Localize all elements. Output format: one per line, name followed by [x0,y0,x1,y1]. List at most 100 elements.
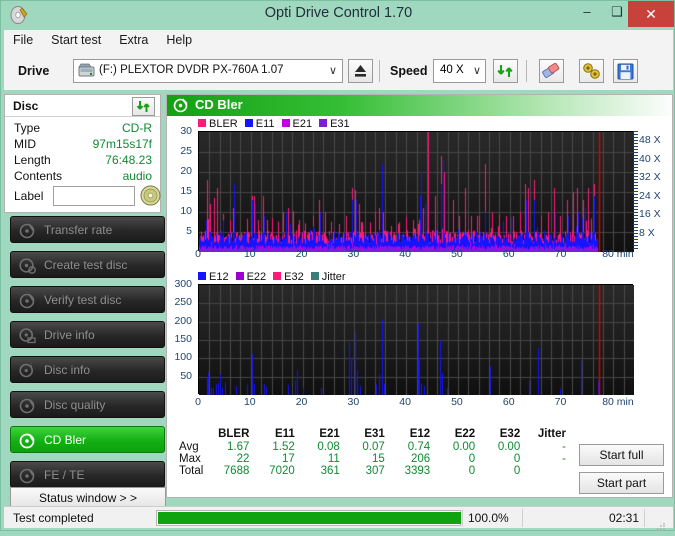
menu-bar: File Start test Extra Help [4,30,673,52]
stats-header-row: BLER E11 E21 E31 E12 E22 E32 Jitter [175,428,570,441]
nav-create-test-disc[interactable]: Create test disc [10,251,165,278]
y-axis-tick: 15 [180,185,192,197]
test-nav: Transfer rate Create test disc Verify te… [4,216,165,523]
bler-x-axis: 0 10 20 30 40 50 60 70 80 min [167,248,672,262]
stats-col-e22: E22 [454,428,476,440]
cd-disc-icon[interactable] [140,185,161,206]
disc-icon [19,467,36,484]
drive-value: (F:) PLEXTOR DVDR PX-760A 1.07 [99,64,284,76]
legend-swatch-icon [198,119,206,127]
nav-drive-info[interactable]: Drive info [10,321,165,348]
nav-cd-bler[interactable]: CD Bler [10,426,165,453]
stats-cell: 0 [468,453,476,465]
x-axis-tick: 70 [554,248,567,260]
stats-cell: 0.00 [497,441,521,453]
nav-transfer-rate[interactable]: Transfer rate [10,216,165,243]
chevron-down-icon[interactable]: ∨ [329,64,337,77]
disc-label-input[interactable] [53,186,135,206]
stats-cell: 7688 [223,465,250,477]
disc-label-caption: Label [14,189,44,203]
start-full-button[interactable]: Start full [579,444,664,466]
legend-item-e21: E21 [281,118,313,130]
legend-swatch-icon [273,272,282,280]
stats-cell: 0.07 [362,441,385,453]
refresh-icon [136,101,150,112]
stats-cell: 206 [411,453,431,465]
e12-chart-legend: E12 E22 E32 Jitter [198,271,353,283]
minimize-button[interactable]: – [572,1,602,23]
stats-cell: 1.67 [226,441,250,453]
status-bar: Test completed 100.0% 02:31 [4,506,673,530]
nav-disc-info[interactable]: i Disc info [10,356,165,383]
stats-cell: 307 [365,465,385,477]
disc-refresh-button[interactable] [132,97,155,116]
menu-help[interactable]: Help [157,30,201,50]
main-panel-header: CD Bler [167,95,672,116]
stats-col-e32: E32 [499,428,521,440]
speed-axis-tick: 32 X [639,171,661,184]
stats-cell [524,465,570,477]
y-axis-tick: 25 [180,145,192,157]
stats-col-jitter: Jitter [537,428,566,440]
disc-panel: Disc Type CD-R MID 97m15s17f Length 76:4… [4,94,161,213]
x-axis-tick: 50 [451,248,463,260]
stats-col-e11: E11 [274,428,295,440]
save-button[interactable] [613,59,638,83]
speed-axis-tick: 40 X [639,152,661,165]
nav-disc-quality[interactable]: Disc quality [10,391,165,418]
speed-select[interactable]: 40 X ∨ [433,59,486,83]
title-bar: Opti Drive Control 1.70 – ❑ ✕ [1,1,675,29]
x-axis-tick: 70 [554,396,567,408]
progress-bar [156,510,461,526]
stats-cell: 3393 [404,465,431,477]
resize-grip[interactable] [656,518,666,530]
eject-button[interactable] [348,59,373,83]
y-axis-tick: 250 [174,296,192,309]
y-axis-tick: 20 [180,165,192,177]
menu-extra[interactable]: Extra [110,30,157,50]
close-button[interactable]: ✕ [628,1,674,27]
table-row: Max 22 17 11 15 206 0 0 - [175,453,570,465]
legend-label: E21 [292,118,313,130]
speed-axis-tick: 24 X [639,189,661,202]
refresh-button[interactable] [493,59,518,83]
chevron-down-icon[interactable]: ∨ [473,64,481,77]
disc-icon [19,222,36,239]
main-panel-title: CD Bler [195,97,243,112]
x-axis-tick: 60 [502,248,515,260]
main-panel: CD Bler BLER E11 E21 E31 5 10 15 20 25 30 8 X 16 … [166,94,673,498]
stats-cell: - [562,441,566,453]
nav-label: Transfer rate [44,223,113,237]
legend-label: BLER [209,118,238,130]
tools-icon [583,63,600,79]
legend-item-e22: E22 [235,271,266,283]
x-axis-tick: 80 min [602,396,634,408]
speed-axis-tick: 8 X [639,226,655,239]
drive-select[interactable]: (F:) PLEXTOR DVDR PX-760A 1.07 ∨ [73,59,343,83]
menu-start-test[interactable]: Start test [42,30,110,50]
stats-col-e12: E12 [409,428,431,440]
eject-icon [355,65,366,77]
y-axis-tick: 10 [180,205,192,217]
x-axis-tick: 10 [243,248,256,260]
refresh-icon [497,65,513,77]
stats-cell: 1.52 [272,441,295,453]
x-axis-tick: 30 [347,248,360,260]
y-axis-tick: 150 [174,333,192,345]
statusbar-separator [462,509,463,527]
legend-item-jitter: Jitter [310,271,346,283]
erase-button[interactable] [539,59,564,83]
disc-label-row: Label [5,185,161,209]
nav-fe-te[interactable]: FE / TE [10,461,165,488]
legend-label: E31 [330,118,350,130]
disc-row-mid: MID 97m15s17f [5,137,160,153]
y-axis-tick: 50 [180,369,192,382]
disc-icon [19,292,36,309]
nav-verify-test-disc[interactable]: Verify test disc [10,286,165,313]
tools-button[interactable] [579,59,604,83]
menu-file[interactable]: File [4,30,42,50]
stats-cell: 11 [327,453,340,465]
disc-panel-title: Disc [13,99,39,113]
legend-item-e12: E12 [198,271,229,283]
start-part-button[interactable]: Start part [579,472,664,494]
